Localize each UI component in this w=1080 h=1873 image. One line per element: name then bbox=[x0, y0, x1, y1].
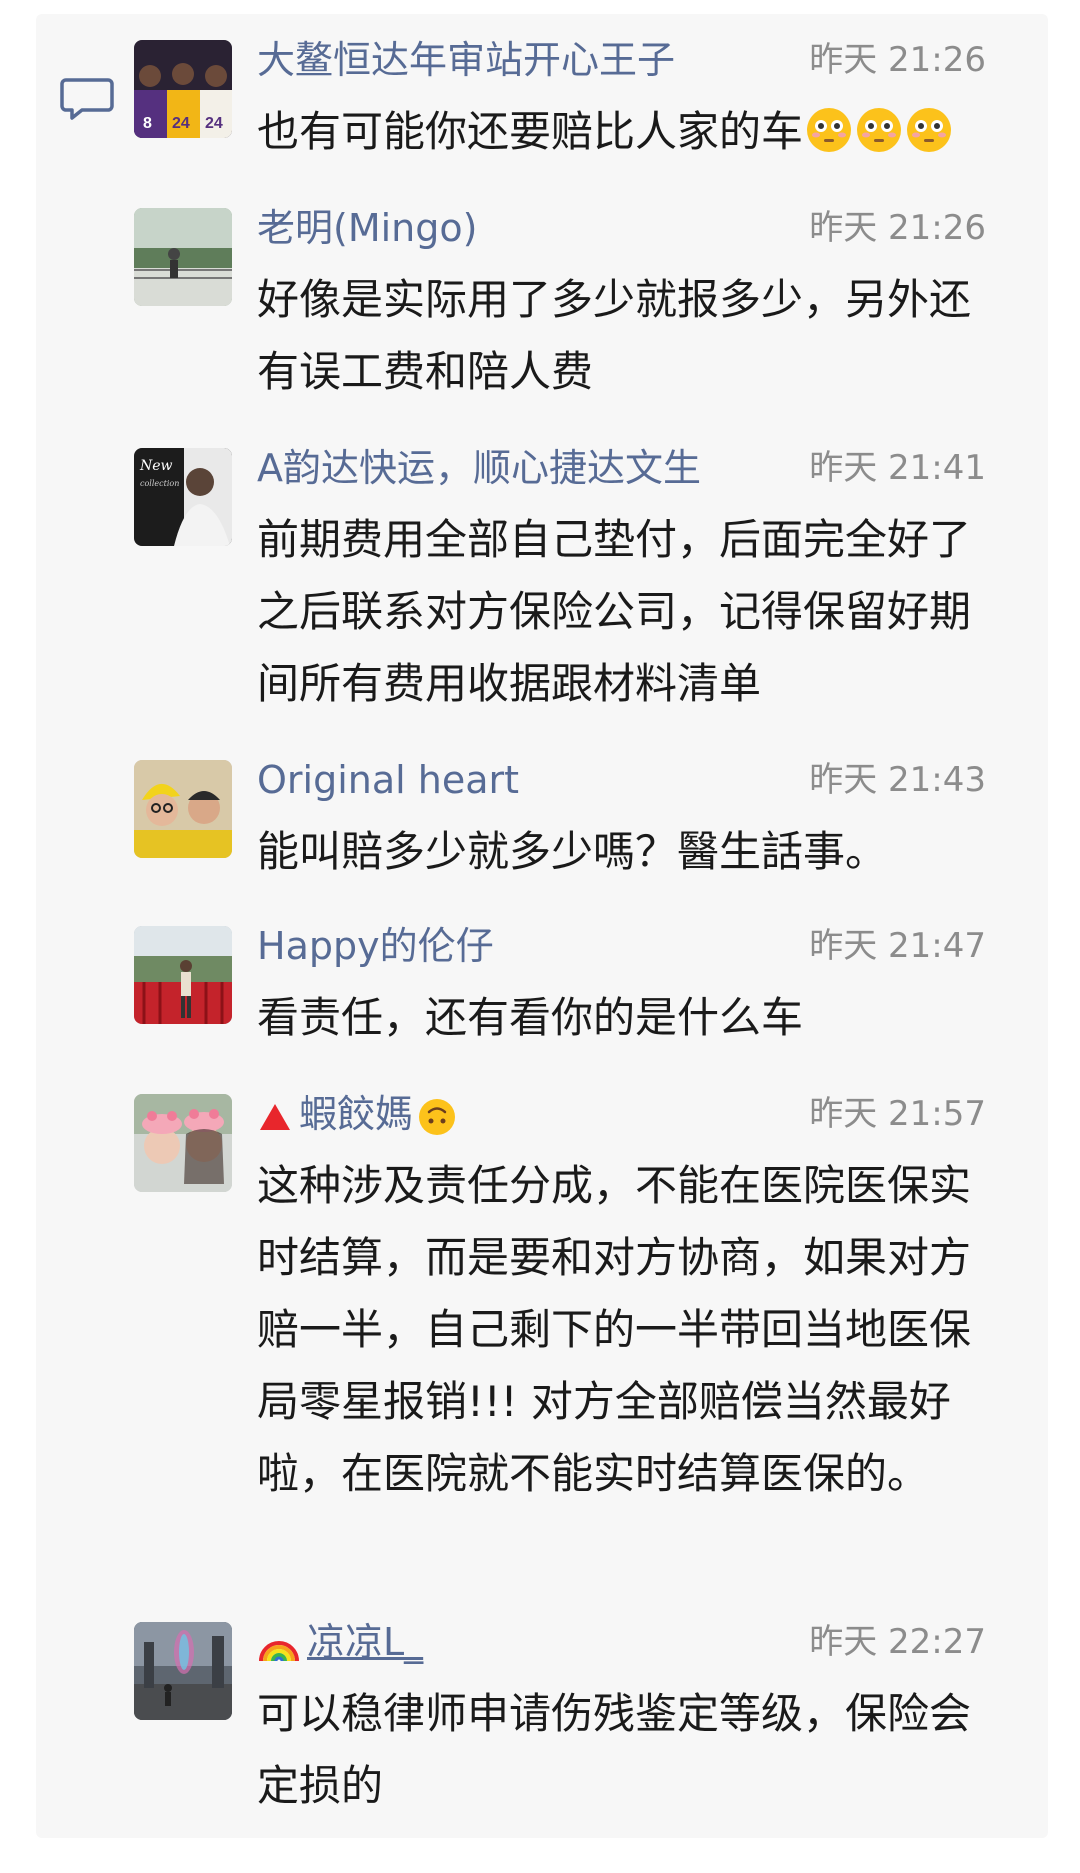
svg-text:New: New bbox=[139, 458, 173, 474]
avatar[interactable] bbox=[134, 926, 232, 1024]
comment-text-content: 也有可能你还要赔比人家的车 bbox=[257, 107, 804, 156]
avatar[interactable] bbox=[134, 1622, 232, 1720]
svg-text:8: 8 bbox=[143, 115, 152, 132]
comment-time: 昨天 22:27 bbox=[809, 1622, 986, 1662]
avatar[interactable] bbox=[134, 208, 232, 306]
comment-text: 能叫賠多少就多少嗎？醫生話事。 bbox=[257, 827, 888, 876]
flushed-face-icon bbox=[907, 108, 952, 152]
comment-time: 昨天 21:43 bbox=[809, 760, 986, 800]
comment-time: 昨天 21:41 bbox=[809, 448, 986, 488]
avatar[interactable]: 8 24 24 bbox=[134, 40, 232, 138]
comment-author[interactable]: A韵达快运，顺心捷达文生 bbox=[257, 442, 701, 494]
avatar[interactable] bbox=[134, 1094, 232, 1192]
red-triangle-icon bbox=[260, 1103, 290, 1130]
comment-text: 也有可能你还要赔比人家的车 bbox=[257, 96, 997, 168]
comment-text: 前期费用全部自己垫付，后面完全好了之后联系对方保险公司，记得保留好期间所有费用收… bbox=[257, 515, 972, 708]
comment-author[interactable]: Happy的伦仔 bbox=[257, 920, 494, 972]
comment-time: 昨天 21:57 bbox=[809, 1094, 986, 1134]
comment-author[interactable]: Original heart bbox=[257, 754, 519, 806]
comment-text: 看责任，还有看你的是什么车 bbox=[257, 993, 804, 1042]
comment-author[interactable]: 蝦餃媽 bbox=[257, 1088, 457, 1140]
upside-down-face-icon bbox=[419, 1098, 456, 1135]
comment-text: 这种涉及责任分成，不能在医院医保实时结算，而是要和对方协商，如果对方赔一半，自己… bbox=[257, 1161, 972, 1498]
comment-author[interactable]: 老明(Mingo) bbox=[257, 202, 477, 254]
comment-icon[interactable] bbox=[60, 74, 114, 122]
comment-text: 可以稳律师申请伤残鉴定等级，保险会定损的 bbox=[257, 1689, 972, 1810]
comment-author[interactable]: 大鳌恒达年审站开心王子 bbox=[257, 34, 675, 86]
comment-time: 昨天 21:26 bbox=[809, 208, 986, 248]
comment-author-name: 凉凉L_ bbox=[307, 1620, 424, 1664]
svg-text:24: 24 bbox=[172, 115, 190, 132]
avatar[interactable] bbox=[134, 760, 232, 858]
comment-time: 昨天 21:47 bbox=[809, 926, 986, 966]
comment-author-name: 蝦餃媽 bbox=[299, 1092, 414, 1136]
svg-text:24: 24 bbox=[205, 115, 223, 132]
comment-time: 昨天 21:26 bbox=[809, 40, 986, 80]
flushed-face-icon bbox=[807, 108, 852, 152]
comment-author[interactable]: 凉凉L_ bbox=[257, 1616, 423, 1668]
avatar[interactable]: New collection bbox=[134, 448, 232, 546]
flushed-face-icon bbox=[857, 108, 902, 152]
svg-text:collection: collection bbox=[140, 479, 179, 488]
comment-text: 好像是实际用了多少就报多少，另外还有误工费和陪人费 bbox=[257, 275, 972, 396]
rainbow-icon bbox=[259, 1640, 299, 1661]
